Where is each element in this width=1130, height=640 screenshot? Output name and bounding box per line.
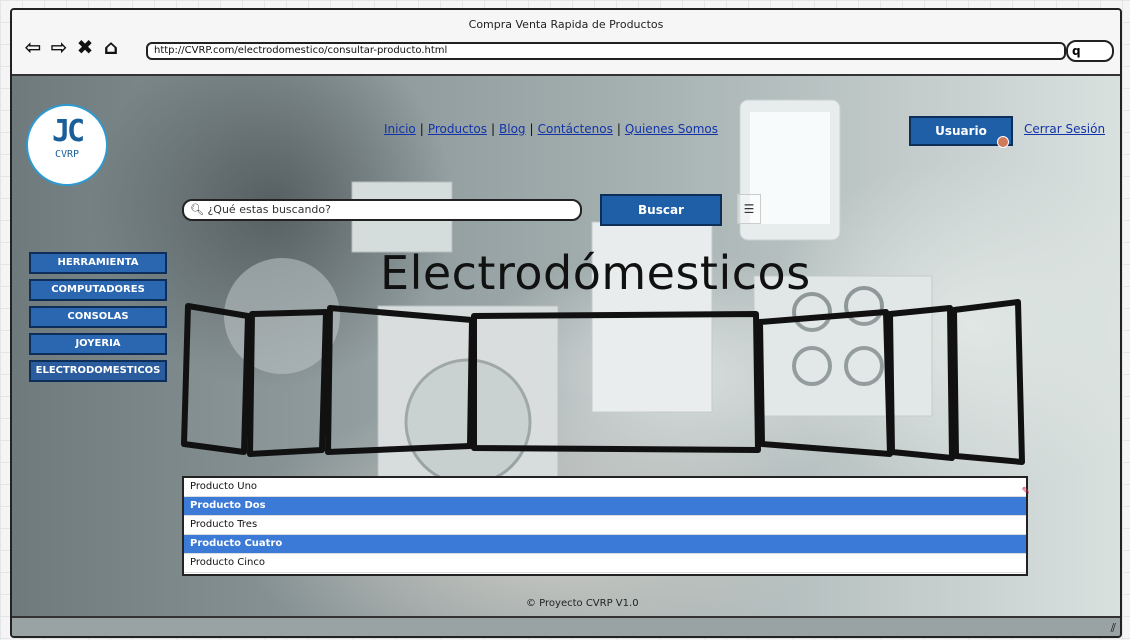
search-icon: 🔍︎ [190,203,208,216]
category-consolas[interactable]: CONSOLAS [29,306,167,328]
carousel-frame [325,305,475,455]
list-item[interactable]: Producto Cinco [184,554,1026,573]
tablet-screen [750,112,830,224]
nav-separator: | [529,122,534,136]
list-close-icon[interactable]: ✎ [1022,486,1030,497]
status-bar: ⫽ [12,616,1120,636]
search-button[interactable]: Buscar [600,194,722,226]
window-title: Compra Venta Rapida de Productos [468,18,664,31]
list-item[interactable]: Producto Uno [184,478,1026,497]
browser-window: Compra Venta Rapida de Productos ⇦ ⇨ ✖ ⌂… [10,8,1122,638]
list-item[interactable]: Producto Cuatro [184,535,1026,554]
carousel-frame [471,311,761,453]
footer-copyright: © Proyecto CVRP V1.0 [526,598,639,609]
category-menu: HERRAMIENTA COMPUTADORES CONSOLAS JOYERI… [29,252,167,387]
search-placeholder: ¿Qué estas buscando? [207,203,331,216]
address-bar[interactable]: http://CVRP.com/electrodomestico/consult… [146,42,1066,60]
forward-arrow-icon[interactable]: ⇨ [48,36,70,58]
product-search-input[interactable]: 🔍︎ ¿Qué estas buscando? [182,199,582,221]
product-carousel[interactable] [180,294,1030,470]
list-item[interactable]: Producto Dos [184,497,1026,516]
category-computadores[interactable]: COMPUTADORES [29,279,167,301]
nav-link-inicio[interactable]: Inicio [384,122,416,136]
logout-link[interactable]: Cerrar Sesión [1024,122,1105,136]
back-arrow-icon[interactable]: ⇦ [22,36,44,58]
category-electrodomesticos[interactable]: ELECTRODOMESTICOS [29,360,167,382]
user-avatar-icon [997,136,1009,148]
page-heading: Electrodómesticos [380,246,811,300]
home-icon[interactable]: ⌂ [100,36,122,58]
nav-separator: | [490,122,496,136]
nav-link-productos[interactable]: Productos [428,122,487,136]
resize-grip-icon[interactable]: ⫽ [1111,621,1116,636]
filter-sliders-icon[interactable]: ☰ [737,194,761,224]
site-logo[interactable]: JC CVRP [26,104,108,186]
logo-text: CVRP [54,149,80,160]
browser-chrome: Compra Venta Rapida de Productos ⇦ ⇨ ✖ ⌂… [12,10,1120,76]
category-herramienta[interactable]: HERRAMIENTA [29,252,167,274]
search-icon: q [1072,44,1081,58]
product-list[interactable]: Producto Uno Producto Dos Producto Tres … [182,476,1030,576]
page-content: JC CVRP Inicio | Productos | Blog | Contácteno… [12,76,1120,618]
logo-mark: JC [51,114,85,149]
carousel-frame [887,305,955,461]
category-joyeria[interactable]: JOYERIA [29,333,167,355]
close-icon[interactable]: ✖ [74,36,96,58]
carousel-frame [247,309,329,457]
nav-link-quienes-somos[interactable]: Quienes Somos [625,122,718,136]
nav-separator: | [616,122,621,136]
carousel-frame [951,299,1025,465]
browser-search-field[interactable]: q [1066,40,1114,62]
nav-link-contactenos[interactable]: Contáctenos [538,122,613,136]
nav-link-blog[interactable]: Blog [499,122,526,136]
nav-separator: | [419,122,424,136]
carousel-frame [181,303,251,455]
list-item[interactable]: Producto Tres [184,516,1026,535]
top-navigation: Inicio | Productos | Blog | Contáctenos | Quiene… [384,122,718,136]
carousel-frame [757,309,893,457]
